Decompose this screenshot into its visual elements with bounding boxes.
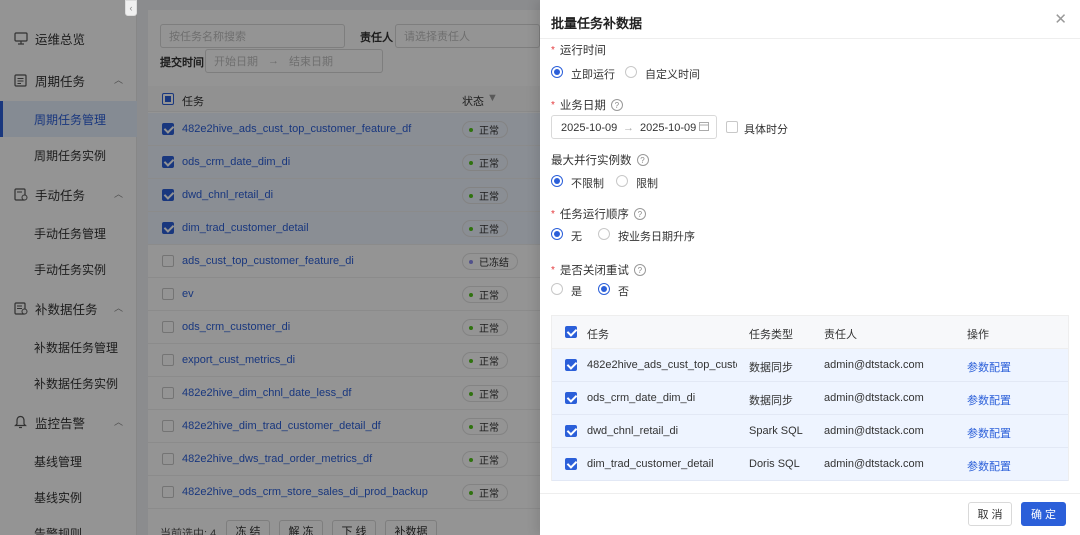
run-order-label: * 任务运行顺序 ?: [551, 206, 646, 222]
table-row[interactable]: dwd_chnl_retail_di Spark SQL admin@dtstack…: [552, 415, 1068, 448]
help-icon[interactable]: ?: [636, 154, 649, 166]
param-config-link[interactable]: 参数配置: [967, 458, 1011, 474]
confirm-button[interactable]: 确 定: [1021, 502, 1066, 526]
biz-date-range[interactable]: 2025-10-09 → 2025-10-09: [551, 115, 717, 139]
max-parallel-label-text: 最大并行实例数: [551, 155, 632, 167]
task-name: ods_crm_date_dim_di: [587, 392, 696, 404]
order-none-radio[interactable]: [551, 228, 563, 240]
order-none-label: 无: [571, 231, 582, 243]
close-icon[interactable]: ✕: [1054, 10, 1067, 28]
disable-retry-label: * 是否关闭重试 ?: [551, 262, 646, 278]
divider: [540, 493, 1080, 494]
row-checkbox[interactable]: [565, 359, 577, 371]
run-order-label-text: 任务运行顺序: [559, 209, 629, 221]
specific-time-checkbox[interactable]: [726, 121, 738, 133]
task-name: dwd_chnl_retail_di: [587, 425, 679, 437]
task-name: dim_trad_customer_detail: [587, 458, 714, 470]
drawer-title: 批量任务补数据: [551, 16, 643, 31]
param-config-link[interactable]: 参数配置: [967, 425, 1011, 441]
selected-tasks-table: 任务 任务类型 责任人 操作 482e2hive_ads_cust_top_cu…: [551, 315, 1069, 481]
table-row[interactable]: 482e2hive_ads_cust_top_custo... 数据同步 admin…: [552, 349, 1068, 382]
limited-label: 限制: [636, 178, 658, 190]
run-time-label: * 运行时间: [551, 42, 606, 58]
required-mark: *: [551, 264, 555, 276]
row-checkbox[interactable]: [565, 458, 577, 470]
date-end: 2025-10-09: [640, 122, 697, 134]
table-header: 任务 任务类型 责任人 操作: [552, 316, 1068, 349]
owner: admin@dtstack.com: [824, 359, 924, 371]
run-now-label: 立即运行: [571, 69, 615, 81]
table-row[interactable]: dim_trad_customer_detail Doris SQL admin@d…: [552, 448, 1068, 481]
column-header-owner: 责任人: [824, 329, 857, 341]
retry-no-label: 否: [618, 286, 629, 298]
biz-date-label-text: 业务日期: [559, 100, 606, 112]
modal-mask[interactable]: [0, 0, 540, 535]
owner: admin@dtstack.com: [824, 458, 924, 470]
task-type: Doris SQL: [749, 458, 800, 470]
order-asc-radio[interactable]: [598, 228, 610, 240]
task-type: 数据同步: [749, 395, 793, 407]
param-config-link[interactable]: 参数配置: [967, 359, 1011, 375]
retry-no-radio[interactable]: [598, 283, 610, 295]
help-icon[interactable]: ?: [610, 99, 623, 111]
task-name: 482e2hive_ads_cust_top_custo...: [587, 359, 737, 371]
run-time-label-text: 运行时间: [559, 45, 606, 57]
biz-date-label: * 业务日期 ?: [551, 97, 623, 113]
owner: admin@dtstack.com: [824, 392, 924, 404]
cancel-button[interactable]: 取 消: [968, 502, 1012, 526]
column-header-action: 操作: [967, 329, 989, 341]
unlimited-radio[interactable]: [551, 175, 563, 187]
date-start: 2025-10-09: [561, 122, 618, 134]
table-row[interactable]: ods_crm_date_dim_di 数据同步 admin@dtstack.com…: [552, 382, 1068, 415]
custom-time-radio[interactable]: [625, 66, 637, 78]
required-mark: *: [551, 44, 555, 56]
retry-yes-radio[interactable]: [551, 283, 563, 295]
help-icon[interactable]: ?: [633, 208, 646, 220]
order-asc-label: 按业务日期升序: [618, 231, 695, 243]
required-mark: *: [551, 208, 555, 220]
owner: admin@dtstack.com: [824, 425, 924, 437]
select-all-checkbox[interactable]: [565, 326, 577, 338]
task-type: Spark SQL: [749, 425, 803, 437]
run-now-radio[interactable]: [551, 66, 563, 78]
max-parallel-label: 最大并行实例数 ?: [551, 152, 649, 168]
unlimited-label: 不限制: [571, 178, 604, 190]
disable-retry-label-text: 是否关闭重试: [559, 265, 629, 277]
row-checkbox[interactable]: [565, 425, 577, 437]
required-mark: *: [551, 99, 555, 111]
column-header-type: 任务类型: [749, 329, 793, 341]
help-icon[interactable]: ?: [633, 264, 646, 276]
custom-time-label: 自定义时间: [645, 69, 700, 81]
specific-time-label: 具体时分: [744, 124, 788, 136]
limited-radio[interactable]: [616, 175, 628, 187]
param-config-link[interactable]: 参数配置: [967, 392, 1011, 408]
column-header-task: 任务: [587, 329, 609, 341]
range-arrow-icon: →: [623, 122, 634, 134]
batch-backfill-drawer: 批量任务补数据 ✕ * 运行时间 立即运行 自定义时间 * 业务日期 ? 202…: [540, 0, 1080, 535]
task-type: 数据同步: [749, 362, 793, 374]
retry-yes-label: 是: [571, 286, 582, 298]
row-checkbox[interactable]: [565, 392, 577, 404]
sidebar-collapse-button[interactable]: ‹: [125, 0, 137, 16]
divider: [540, 38, 1080, 39]
calendar-icon: [699, 121, 709, 134]
